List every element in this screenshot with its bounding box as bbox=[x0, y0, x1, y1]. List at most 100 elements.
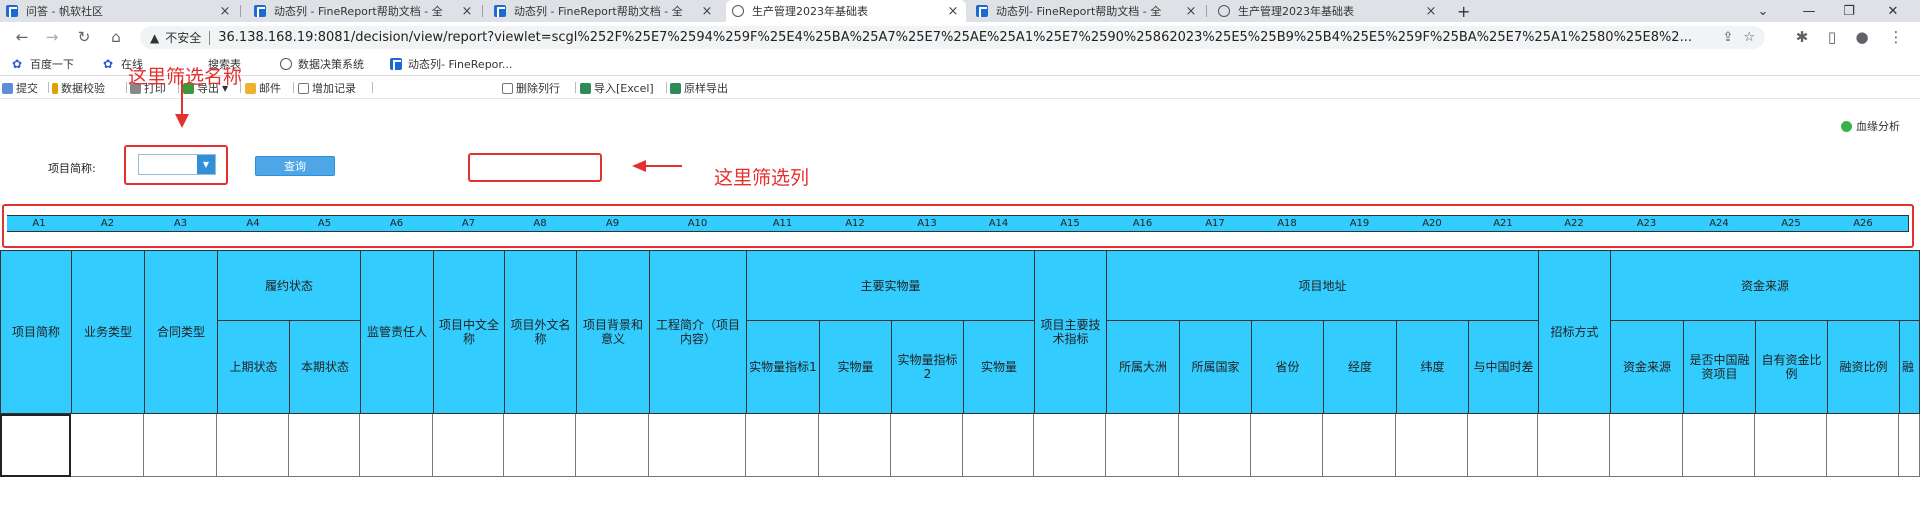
close-icon[interactable]: × bbox=[1424, 4, 1438, 19]
tab-title: 动态列 - FineReport帮助文档 - 全 bbox=[274, 5, 443, 18]
browser-tab-4-active[interactable]: 生产管理2023年基础表 × bbox=[726, 0, 966, 22]
data-cell[interactable] bbox=[0, 414, 71, 477]
tab-separator bbox=[240, 5, 241, 17]
header-prev-status: 上期状态 bbox=[217, 320, 290, 414]
globe-icon bbox=[732, 5, 744, 17]
header-tech-index: 项目主要技术指标 bbox=[1034, 250, 1107, 414]
data-cell[interactable] bbox=[1683, 414, 1755, 477]
baidu-icon: ✿ bbox=[103, 57, 114, 71]
close-icon[interactable]: × bbox=[460, 4, 474, 19]
data-cell[interactable] bbox=[1827, 414, 1899, 477]
column-code-a5: A5 bbox=[289, 215, 361, 232]
blood-analysis-icon bbox=[1841, 120, 1852, 132]
column-code-a13: A13 bbox=[891, 215, 964, 232]
back-button[interactable]: ← bbox=[10, 26, 34, 48]
bookmark-label: 动态列- FineRepor... bbox=[408, 58, 513, 71]
mail-button[interactable]: 邮件 bbox=[245, 80, 281, 96]
close-icon[interactable]: × bbox=[218, 4, 232, 19]
finereport-icon bbox=[390, 58, 402, 70]
column-code-a15: A15 bbox=[1034, 215, 1107, 232]
data-cell[interactable] bbox=[819, 414, 891, 477]
data-cell[interactable] bbox=[1106, 414, 1179, 477]
header-partial: 融 bbox=[1899, 320, 1920, 414]
validate-button[interactable]: 数据校验 bbox=[52, 80, 105, 96]
import-excel-icon bbox=[580, 82, 591, 94]
data-cell[interactable] bbox=[1251, 414, 1323, 477]
data-cell[interactable] bbox=[1899, 414, 1920, 477]
security-label[interactable]: 不安全 bbox=[165, 29, 201, 46]
add-record-icon bbox=[298, 82, 309, 94]
data-cell[interactable] bbox=[963, 414, 1034, 477]
tab-separator bbox=[1206, 5, 1207, 17]
data-cell[interactable] bbox=[1755, 414, 1827, 477]
import-excel-button[interactable]: 导入[Excel] bbox=[580, 80, 654, 96]
data-cell[interactable] bbox=[1396, 414, 1468, 477]
extensions-icon[interactable]: ✱ bbox=[1790, 26, 1814, 48]
project-name-label: 项目简称: bbox=[48, 162, 96, 175]
bookmark-baidu[interactable]: ✿ 百度一下 bbox=[12, 56, 74, 72]
toolbar-divider bbox=[575, 82, 576, 93]
close-icon[interactable]: × bbox=[700, 4, 714, 19]
delete-rows-icon bbox=[502, 82, 513, 94]
close-window-button[interactable]: ✕ bbox=[1870, 0, 1916, 22]
export-raw-button[interactable]: 原样导出 bbox=[670, 80, 728, 96]
header-timezone: 与中国时差 bbox=[1468, 320, 1539, 414]
data-cell[interactable] bbox=[289, 414, 360, 477]
home-button[interactable]: ⌂ bbox=[104, 26, 128, 48]
data-cell[interactable] bbox=[71, 414, 144, 477]
button-label: 导入[Excel] bbox=[594, 82, 654, 95]
bookmark-decision-system[interactable]: 数据决策系统 bbox=[280, 56, 364, 72]
browser-tab-5[interactable]: 动态列- FineReport帮助文档 - 全 × bbox=[970, 0, 1204, 22]
tab-search-button[interactable]: ⌄ bbox=[1740, 0, 1786, 22]
bookmark-label: 数据决策系统 bbox=[298, 58, 364, 71]
data-cell[interactable] bbox=[1610, 414, 1683, 477]
header-country: 所属国家 bbox=[1179, 320, 1252, 414]
header-finance-ratio: 融资比例 bbox=[1827, 320, 1900, 414]
warning-icon[interactable]: ▲ bbox=[150, 31, 159, 45]
data-cell[interactable] bbox=[746, 414, 819, 477]
column-code-a16: A16 bbox=[1106, 215, 1180, 232]
delete-rows-button[interactable]: 删除列行 bbox=[502, 80, 560, 96]
close-icon[interactable]: × bbox=[946, 4, 960, 19]
browser-tab-2[interactable]: 动态列 - FineReport帮助文档 - 全 × bbox=[248, 0, 480, 22]
data-cell[interactable] bbox=[1179, 414, 1251, 477]
data-cell[interactable] bbox=[360, 414, 433, 477]
new-tab-button[interactable]: + bbox=[1450, 0, 1478, 22]
button-label: 数据校验 bbox=[61, 82, 105, 95]
bookmark-dynamic-column[interactable]: 动态列- FineRepor... bbox=[390, 56, 512, 72]
data-cell[interactable] bbox=[1538, 414, 1610, 477]
reload-button[interactable]: ↻ bbox=[72, 26, 96, 48]
tab-separator bbox=[482, 5, 483, 17]
maximize-button[interactable]: ❐ bbox=[1826, 0, 1872, 22]
blood-analysis-button[interactable]: 血缘分析 bbox=[1841, 118, 1900, 134]
column-code-a22: A22 bbox=[1538, 215, 1611, 232]
data-cell[interactable] bbox=[649, 414, 746, 477]
data-cell[interactable] bbox=[1323, 414, 1396, 477]
more-menu-icon[interactable]: ⋮ bbox=[1884, 26, 1908, 48]
sidebar-icon[interactable]: ▯ bbox=[1820, 26, 1844, 48]
data-cell[interactable] bbox=[217, 414, 289, 477]
forward-button[interactable]: → bbox=[40, 26, 64, 48]
submit-button[interactable]: 提交 bbox=[2, 80, 38, 96]
data-cell[interactable] bbox=[1468, 414, 1538, 477]
bookmark-star-icon[interactable]: ☆ bbox=[1743, 30, 1755, 45]
query-button[interactable]: 查询 bbox=[255, 156, 335, 176]
add-record-button[interactable]: 增加记录 bbox=[298, 80, 356, 96]
browser-tab-1[interactable]: 问答 - 帆软社区 × bbox=[0, 0, 238, 22]
data-cell[interactable] bbox=[576, 414, 649, 477]
close-icon[interactable]: × bbox=[1184, 4, 1198, 19]
data-cell[interactable] bbox=[433, 414, 504, 477]
data-cell[interactable] bbox=[144, 414, 217, 477]
toolbar-divider bbox=[293, 82, 294, 93]
address-bar[interactable]: ▲ 不安全 36.138.168.19:8081/decision/view/r… bbox=[140, 26, 1765, 49]
profile-avatar-icon[interactable]: ● bbox=[1850, 26, 1874, 48]
data-cell[interactable] bbox=[504, 414, 576, 477]
baidu-icon: ✿ bbox=[12, 57, 23, 71]
url-text[interactable]: 36.138.168.19:8081/decision/view/report?… bbox=[218, 30, 1712, 45]
browser-tab-3[interactable]: 动态列 - FineReport帮助文档 - 全 × bbox=[488, 0, 720, 22]
data-cell[interactable] bbox=[1034, 414, 1106, 477]
data-cell[interactable] bbox=[891, 414, 963, 477]
share-icon[interactable]: ⇪ bbox=[1722, 30, 1733, 45]
browser-tab-6[interactable]: 生产管理2023年基础表 × bbox=[1212, 0, 1444, 22]
header-supervisor: 监管责任人 bbox=[360, 250, 434, 414]
